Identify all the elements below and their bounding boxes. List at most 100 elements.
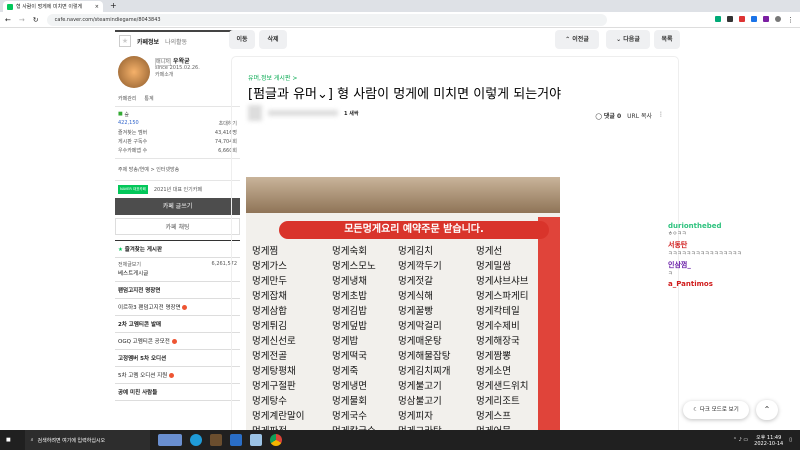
cafe-logo — [118, 56, 150, 88]
menu-item: 멍게해장국 — [476, 336, 520, 347]
menu-item: 멍게젓갈 — [398, 276, 433, 287]
dark-mode-button[interactable]: ☾ 다크 모드로 보기 — [683, 401, 749, 419]
menu-item: 멍게냉면 — [332, 381, 367, 392]
browser-tab[interactable]: 형 사람이 멍게에 미치면 이렇게 × — [3, 1, 103, 12]
menu-item: 멍게잡채 — [252, 291, 287, 302]
reload-icon[interactable]: ↻ — [33, 16, 39, 24]
menu-item: 멍게해물잡탕 — [398, 351, 451, 362]
next-post-button[interactable]: ⌄ 다음글 — [606, 30, 650, 49]
menu-item: 멍게국수 — [332, 411, 367, 422]
address-bar-row: ← → ↻ cafe.naver.com/steamindiegame/804384… — [0, 12, 800, 28]
menu-item: 멍게칼국수 — [332, 423, 398, 430]
chat-message: ㅋ — [668, 271, 673, 277]
menu-item: 멍게만두 — [252, 276, 287, 287]
widget-icon[interactable] — [157, 434, 182, 446]
menu-item: 멍게불고기 — [398, 381, 442, 392]
menu-item: 멍게가스 — [252, 261, 287, 272]
comments-button[interactable]: ◯ 댓글 0 — [595, 111, 621, 120]
chat-username[interactable]: 인삼껌_ — [668, 260, 800, 270]
menu-item: 멍게덮밥 — [332, 321, 367, 332]
tab-cafe-info[interactable]: 카페정보 — [137, 37, 159, 46]
menu-item: 멍게피자 — [398, 411, 433, 422]
menu-item: 멍게김치찌개 — [398, 366, 451, 377]
menu-item: 멍게파전 — [252, 423, 332, 430]
profile-icon[interactable] — [775, 15, 781, 22]
board-link[interactable]: OGQ 고멤티콘 공모전 — [118, 339, 170, 345]
app-icon[interactable] — [229, 434, 242, 446]
menu-item: 멍게스파게티 — [476, 291, 529, 302]
notification-icon[interactable]: ▯ — [789, 437, 792, 443]
cafe-theme[interactable]: 주제 방송/연예 > 인터넷방송 — [118, 166, 179, 173]
board-link[interactable]: 유머,정보 게시판 > — [248, 73, 297, 82]
member-count[interactable]: 422,150 — [118, 120, 139, 127]
extension-icon[interactable] — [751, 15, 757, 22]
menu-item: 멍게김밥 — [332, 306, 367, 317]
avatar[interactable] — [248, 105, 262, 121]
cafe-chat-button[interactable]: 카페 채팅 — [115, 218, 240, 235]
back-icon[interactable]: ← — [5, 16, 11, 24]
all-posts-link[interactable]: 전체글보기 — [118, 261, 141, 268]
chrome-icon[interactable] — [269, 434, 282, 446]
manager-name[interactable]: 우왁굳 — [173, 58, 190, 65]
naver-cafe-icon — [7, 3, 13, 10]
star-icon[interactable]: ★ — [119, 35, 131, 47]
app-icon[interactable] — [249, 434, 262, 446]
menu-item: 멍게리조트 — [476, 396, 520, 407]
url-field[interactable]: cafe.naver.com/steamindiegame/8043843 — [46, 13, 607, 26]
close-tab-icon[interactable]: × — [95, 4, 99, 10]
level-icon: ■ — [118, 111, 123, 117]
menu-item: 멍게칵테일 — [476, 306, 520, 317]
menu-item: 멍게냉채 — [332, 276, 367, 287]
best-posts-link[interactable]: 베스트게시글 — [118, 271, 148, 277]
board-link[interactable]: 5차 고멤 오디션 지원 — [118, 373, 167, 379]
minecraft-icon[interactable] — [209, 434, 222, 446]
taskbar: ■ ⌕ 검색하려면 여기에 입력하십시오 ⌃ ♪ ▭ 오후 11:49 2022-10… — [0, 430, 800, 450]
menu-item: 멍게숙회 — [332, 246, 367, 257]
new-tab-button[interactable]: + — [110, 1, 117, 10]
board-link[interactable]: 이르하3 팬덤고지전 명장면 — [118, 305, 181, 311]
new-icon — [171, 339, 177, 344]
windows-start-icon[interactable]: ■ — [6, 437, 11, 443]
chat-username[interactable]: durionthebed — [668, 222, 800, 230]
tab-bar: 형 사람이 멍게에 미치면 이렇게 × + — [0, 0, 800, 12]
menu-item: 멍게꿀빵 — [398, 306, 433, 317]
extension-icon[interactable] — [739, 15, 745, 22]
extension-icon[interactable] — [715, 15, 721, 22]
post-image: 모든멍게요리 예약주문 받습니다. 멍게찜 멍게숙회 멍게김치 멍게선 멍게가스 멍게스모… — [246, 177, 560, 430]
more-icon[interactable]: ⋮ — [658, 111, 664, 120]
chat-username[interactable]: a_Pantimos — [668, 280, 800, 288]
menu-item: 멍게샤브샤브 — [476, 276, 529, 287]
menu-item: 멍게탕수 — [252, 396, 287, 407]
write-post-button[interactable]: 카페 글쓰기 — [115, 198, 240, 215]
taskbar-search[interactable]: ⌕ 검색하려면 여기에 입력하십시오 — [24, 430, 150, 450]
menu-item: 멍게초밥 — [332, 291, 367, 302]
menu-item: 멍게막걸리 — [398, 321, 442, 332]
menu-item: 멍게김치 — [398, 246, 433, 257]
move-button[interactable]: 이동 — [229, 30, 255, 49]
chat-message — [668, 288, 800, 290]
chat-username[interactable]: 서동탄 — [668, 240, 800, 250]
cafe-intro-link[interactable]: 카페소개 — [155, 71, 200, 78]
chat-message: ㅎㅇㅋㅋ — [668, 231, 687, 237]
menu-item: 멍게죽 — [332, 366, 359, 377]
extension-icon[interactable] — [763, 15, 769, 22]
prev-post-button[interactable]: ⌃ 이전글 — [555, 30, 599, 49]
menu-item: 멍게식해 — [398, 291, 433, 302]
tray-icons[interactable]: ⌃ ♪ ▭ — [733, 437, 748, 443]
menu-icon[interactable]: ⋮ — [787, 16, 794, 24]
scroll-top-button[interactable]: ⌃ — [756, 400, 778, 420]
edge-icon[interactable] — [189, 434, 202, 446]
extension-icon[interactable] — [727, 15, 733, 22]
stats-link[interactable]: 통계 — [144, 95, 153, 102]
post-title: [펌글과 유머⌄] 형 사람이 멍게에 미치면 이렇게 되는거야 — [248, 87, 562, 102]
list-button[interactable]: 목록 — [654, 30, 680, 49]
author-name[interactable] — [268, 110, 338, 116]
menu-item: 멍게물회 — [332, 396, 367, 407]
forward-icon[interactable]: → — [19, 16, 25, 24]
url-copy-button[interactable]: URL 복사 — [627, 111, 652, 120]
menu-item: 멍게어묵 — [476, 423, 556, 430]
menu-item: 멍게스프 — [476, 411, 511, 422]
delete-button[interactable]: 삭제 — [259, 30, 287, 49]
cafe-manage-link[interactable]: 카페관리 — [118, 95, 136, 102]
tab-my-activity[interactable]: 나의활동 — [165, 37, 187, 46]
